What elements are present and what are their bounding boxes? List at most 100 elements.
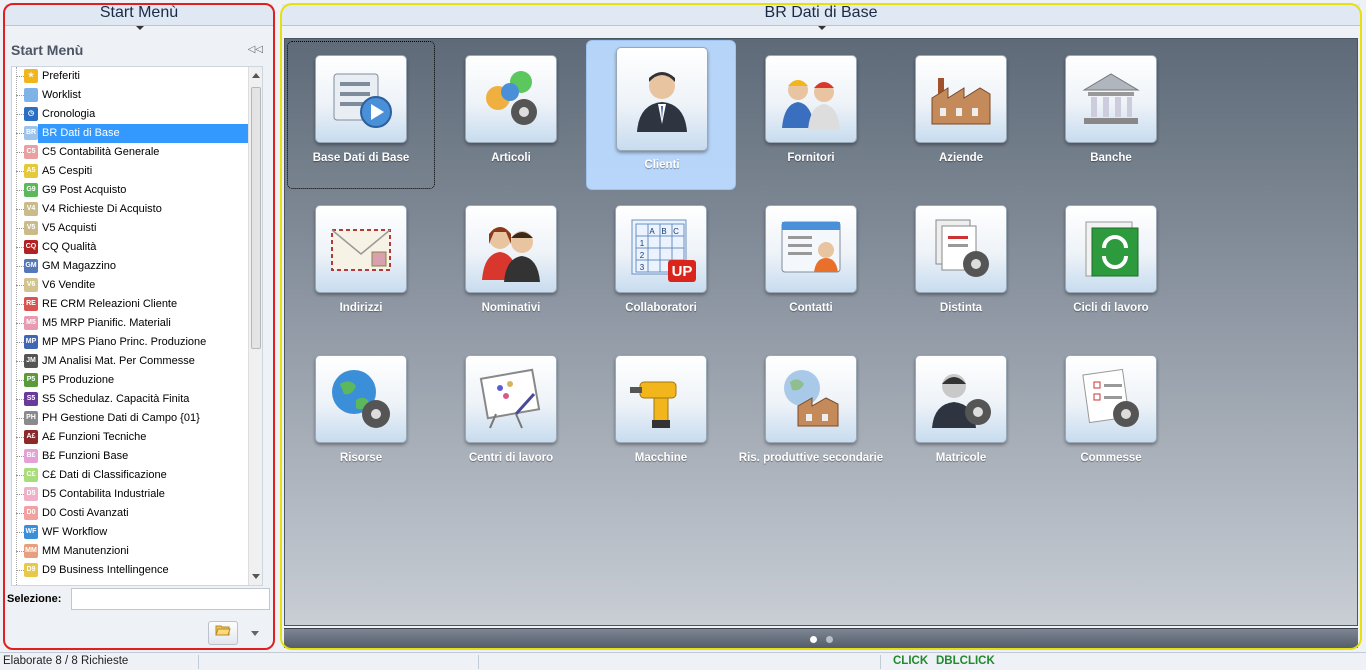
tree-item[interactable]: D5 D5 Contabilita Industriale bbox=[12, 485, 250, 504]
tree-connector bbox=[16, 285, 24, 286]
svg-text:2: 2 bbox=[640, 251, 645, 260]
page-dot-active[interactable] bbox=[810, 636, 817, 643]
module-icon: P5 bbox=[24, 373, 38, 387]
tile-label: Risorse bbox=[339, 452, 383, 464]
tree-item-label: V5 Acquisti bbox=[42, 222, 97, 234]
tree-item[interactable]: D0 D0 Costi Avanzati bbox=[12, 504, 250, 523]
tile[interactable]: Clienti bbox=[586, 40, 736, 190]
right-panel-header[interactable]: BR Dati di Base bbox=[282, 4, 1360, 30]
tree-item[interactable]: V5 V5 Acquisti bbox=[12, 219, 250, 238]
page-dot[interactable] bbox=[826, 636, 833, 643]
tile[interactable]: Fornitori bbox=[736, 40, 886, 190]
tiles-panel: Base Dati di Base Articoli Clienti Fornitor… bbox=[284, 38, 1358, 626]
status-divider bbox=[198, 655, 199, 669]
tile-label: Contatti bbox=[789, 302, 833, 314]
tile[interactable]: Matricole bbox=[886, 340, 1036, 490]
tile-label: Commesse bbox=[1080, 452, 1142, 464]
tile-label: Indirizzi bbox=[339, 302, 383, 314]
tree-item[interactable]: V4 V4 Richieste Di Acquisto bbox=[12, 200, 250, 219]
tree-item-label: G9 Post Acquisto bbox=[42, 184, 127, 196]
start-menu-tree[interactable]: ★ Preferiti Worklist ◷ Cronologia BR BR Dati d… bbox=[11, 66, 263, 586]
tree-item[interactable]: MM MM Manutenzioni bbox=[12, 542, 250, 561]
tree-item-label: PH Gestione Dati di Campo {01} bbox=[42, 412, 200, 424]
tile[interactable]: Ris. produttive secondarie bbox=[736, 340, 886, 490]
status-bar: Elaborate 8 / 8 Richieste CLICK DBLCLICK bbox=[0, 652, 1366, 670]
folder-icon bbox=[215, 625, 231, 636]
tile[interactable]: Banche bbox=[1036, 40, 1186, 190]
tree-item-label: A5 Cespiti bbox=[42, 165, 93, 177]
tree-item[interactable]: A£ A£ Funzioni Tecniche bbox=[12, 428, 250, 447]
left-panel-header[interactable]: Start Menù bbox=[5, 4, 273, 30]
tile-label: Articoli bbox=[491, 152, 531, 164]
module-icon: ◷ bbox=[24, 107, 38, 121]
scroll-down-icon[interactable] bbox=[252, 574, 260, 579]
tree-item-label: WF Workflow bbox=[42, 526, 108, 538]
tile[interactable]: Articoli bbox=[436, 40, 586, 190]
tree-item-label: MM Manutenzioni bbox=[42, 545, 129, 557]
tree-item[interactable]: M5 M5 MRP Pianific. Materiali bbox=[12, 314, 250, 333]
tree-item[interactable]: D9 D9 Business Intellingence bbox=[12, 561, 250, 580]
tree-scrollbar[interactable] bbox=[248, 67, 262, 585]
module-icon: MP bbox=[24, 335, 38, 349]
tree-item[interactable]: B£ B£ Funzioni Base bbox=[12, 447, 250, 466]
tile[interactable]: Aziende bbox=[886, 40, 1036, 190]
tile[interactable]: Centri di lavoro bbox=[436, 340, 586, 490]
tree-item[interactable]: MP MP MPS Piano Princ. Produzione bbox=[12, 333, 250, 352]
tree-item[interactable]: V6 V6 Vendite bbox=[12, 276, 250, 295]
scroll-thumb[interactable] bbox=[251, 87, 261, 349]
selection-input[interactable] bbox=[71, 588, 270, 610]
tree-connector bbox=[16, 266, 24, 267]
tree-item[interactable]: ◷ Cronologia bbox=[12, 105, 250, 124]
tree-item[interactable]: PH PH Gestione Dati di Campo {01} bbox=[12, 409, 250, 428]
tree-item-label: V6 Vendite bbox=[42, 279, 96, 291]
tree-item[interactable]: P5 P5 Produzione bbox=[12, 371, 250, 390]
tile[interactable]: Contatti bbox=[736, 190, 886, 340]
tree-item[interactable]: GM GM Magazzino bbox=[12, 257, 250, 276]
open-folder-button[interactable] bbox=[208, 621, 238, 645]
right-panel-header-title: BR Dati di Base bbox=[764, 4, 878, 21]
tree-item[interactable]: CQ CQ Qualità bbox=[12, 238, 250, 257]
status-divider bbox=[478, 655, 479, 669]
chevron-down-icon[interactable] bbox=[251, 631, 259, 636]
tile[interactable]: A B C 1 2 3 UP Collaboratori bbox=[586, 190, 736, 340]
tree-item[interactable]: C5 C5 Contabilità Generale bbox=[12, 143, 250, 162]
tile[interactable]: Nominativi bbox=[436, 190, 586, 340]
collapse-left-icon[interactable]: ◁◁ bbox=[248, 44, 263, 55]
tree-item-label: MP MPS Piano Princ. Produzione bbox=[42, 336, 207, 348]
module-icon: V4 bbox=[24, 202, 38, 216]
tree-connector bbox=[16, 304, 24, 305]
tree-item[interactable]: JM JM Analisi Mat. Per Commesse bbox=[12, 352, 250, 371]
tile[interactable]: Base Dati di Base bbox=[286, 40, 436, 190]
tile[interactable]: Distinta bbox=[886, 190, 1036, 340]
module-icon: WF bbox=[24, 525, 38, 539]
tile-label: Distinta bbox=[939, 302, 983, 314]
tree-item[interactable]: A5 A5 Cespiti bbox=[12, 162, 250, 181]
svg-text:B: B bbox=[661, 227, 666, 236]
tile[interactable]: Macchine bbox=[586, 340, 736, 490]
factory-icon bbox=[915, 55, 1007, 143]
tile[interactable]: Indirizzi bbox=[286, 190, 436, 340]
chevron-down-icon[interactable] bbox=[818, 26, 826, 30]
tree-item[interactable]: Worklist bbox=[12, 86, 250, 105]
tree-item[interactable]: S5 S5 Schedulaz. Capacità Finita bbox=[12, 390, 250, 409]
scroll-up-icon[interactable] bbox=[252, 73, 260, 78]
tree-item[interactable]: RE RE CRM Releazioni Cliente bbox=[12, 295, 250, 314]
tree-connector bbox=[16, 380, 24, 381]
module-icon: JM bbox=[24, 354, 38, 368]
status-requests: Elaborate 8 / 8 Richieste bbox=[3, 655, 129, 667]
drill-icon bbox=[615, 355, 707, 443]
tree-item-label: S5 Schedulaz. Capacità Finita bbox=[42, 393, 190, 405]
tile[interactable]: Cicli di lavoro bbox=[1036, 190, 1186, 340]
tree-item[interactable]: G9 G9 Post Acquisto bbox=[12, 181, 250, 200]
tile[interactable]: Commesse bbox=[1036, 340, 1186, 490]
tree-item[interactable]: ★ Preferiti bbox=[12, 67, 250, 86]
chevron-down-icon[interactable] bbox=[136, 26, 144, 30]
tree-item[interactable]: C£ C£ Dati di Classificazione bbox=[12, 466, 250, 485]
tile-label: Clienti bbox=[644, 159, 680, 171]
tree-item-label: D0 Costi Avanzati bbox=[42, 507, 129, 519]
tile-label: Macchine bbox=[634, 452, 688, 464]
tree-item[interactable]: WF WF Workflow bbox=[12, 523, 250, 542]
tree-item[interactable]: BR BR Dati di Base bbox=[12, 124, 250, 143]
tile[interactable]: Risorse bbox=[286, 340, 436, 490]
checklist-gear-icon bbox=[1065, 355, 1157, 443]
